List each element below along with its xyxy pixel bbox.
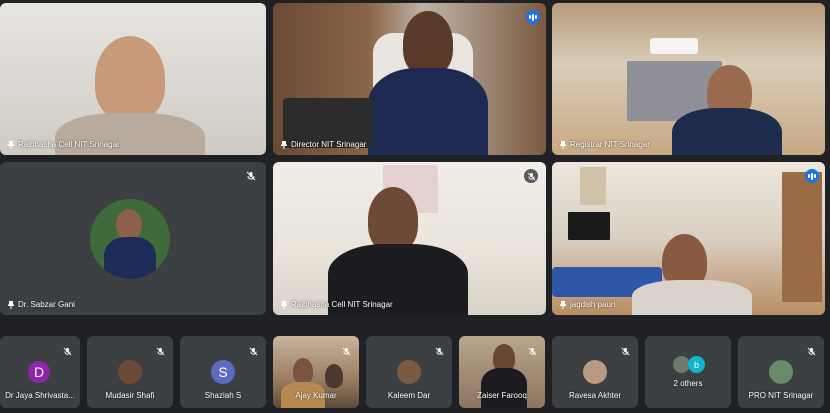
- participant-name: Rajbhasha Cell NIT Srinagar: [291, 300, 393, 309]
- tv-screen: [568, 212, 610, 240]
- participant-name: Dr Jaya Shrivasta...: [5, 391, 75, 400]
- participant-name-label: Dr. Sabzar Gani: [8, 300, 75, 309]
- door: [782, 172, 822, 302]
- audio-level-icon: [805, 169, 819, 183]
- participant-name-label: jagdish pauri: [560, 300, 615, 309]
- pin-icon: [560, 300, 566, 309]
- participant-body: [672, 108, 782, 155]
- participant-photo-avatar: [90, 199, 170, 279]
- participant-figure: [293, 358, 313, 384]
- video-feed: [552, 162, 825, 315]
- participant-name: 2 others: [673, 379, 703, 388]
- participant-thumb-3[interactable]: S Shaziah S: [180, 336, 266, 408]
- participant-figure: [403, 11, 453, 76]
- video-feed: [552, 3, 825, 155]
- participant-thumb-2[interactable]: Mudasir Shafi: [87, 336, 173, 408]
- participant-name: PRO NIT Srinagar: [748, 391, 814, 400]
- video-feed: [273, 162, 546, 315]
- participant-name: Registrar NIT Srinagar: [570, 140, 650, 149]
- participant-tile-4[interactable]: Dr. Sabzar Gani: [0, 162, 266, 315]
- mic-off-icon: [339, 344, 353, 358]
- audio-level-icon: [526, 10, 540, 24]
- mic-off-icon: [525, 344, 539, 358]
- pin-icon: [8, 140, 14, 149]
- participant-figure: [325, 364, 343, 388]
- participant-tile-1[interactable]: Rajbhasha Cell NIT Srinagar: [0, 3, 266, 155]
- participant-name-label: Director NIT Srinagar: [281, 140, 366, 149]
- participant-photo-avatar: [118, 360, 142, 384]
- participant-name: Rajbhasha Cell NIT Srinagar: [18, 140, 120, 149]
- participant-name: Ajay Kumar: [295, 391, 337, 400]
- participant-initial-avatar: S: [211, 360, 235, 384]
- participant-name-label: Rajbhasha Cell NIT Srinagar: [281, 300, 393, 309]
- participant-name: Dr. Sabzar Gani: [18, 300, 75, 309]
- participant-thumb-5[interactable]: Kaleem Dar: [366, 336, 452, 408]
- participant-figure: [95, 36, 165, 121]
- participant-tile-5[interactable]: Rajbhasha Cell NIT Srinagar: [273, 162, 546, 315]
- participant-thumb-others[interactable]: b 2 others: [645, 336, 731, 408]
- participant-body: [368, 68, 488, 155]
- mic-off-icon: [618, 344, 632, 358]
- mic-off-icon: [244, 169, 258, 183]
- mic-off-icon: [60, 344, 74, 358]
- ac-unit: [650, 38, 698, 54]
- participant-name-label: Rajbhasha Cell NIT Srinagar: [8, 140, 120, 149]
- participant-photo-avatar: [397, 360, 421, 384]
- participant-thumb-9[interactable]: PRO NIT Srinagar: [738, 336, 824, 408]
- participant-name: Director NIT Srinagar: [291, 140, 367, 149]
- mic-off-icon: [246, 344, 260, 358]
- participant-thumb-7[interactable]: Ravesa Akhter: [552, 336, 638, 408]
- participant-body: [632, 280, 752, 315]
- participant-body: [481, 368, 527, 408]
- participant-name: Zaiser Farooq: [477, 391, 527, 400]
- participant-name: jagdish pauri: [570, 300, 616, 309]
- participant-figure: [368, 187, 418, 252]
- participant-tile-6[interactable]: jagdish pauri: [552, 162, 825, 315]
- participant-name: Kaleem Dar: [387, 391, 431, 400]
- pin-icon: [8, 300, 14, 309]
- participant-thumb-4[interactable]: Ajay Kumar: [273, 336, 359, 408]
- participant-thumb-1[interactable]: D Dr Jaya Shrivasta...: [0, 336, 80, 408]
- participant-initial-avatar: b: [688, 356, 705, 373]
- pin-icon: [281, 140, 287, 149]
- video-feed: [0, 3, 266, 155]
- participant-tile-3[interactable]: Registrar NIT Srinagar: [552, 3, 825, 155]
- mic-off-icon: [804, 344, 818, 358]
- participant-name: Mudasir Shafi: [105, 391, 155, 400]
- participant-thumb-6[interactable]: Zaiser Farooq: [459, 336, 545, 408]
- video-feed: [273, 3, 546, 155]
- participant-name: Shaziah S: [204, 391, 242, 400]
- participant-tile-2[interactable]: Director NIT Srinagar: [273, 3, 546, 155]
- participant-initial-avatar: D: [28, 361, 50, 383]
- participant-photo-avatar: [769, 360, 793, 384]
- participant-name: Ravesa Akhter: [568, 391, 622, 400]
- pin-icon: [281, 300, 287, 309]
- mic-off-icon: [153, 344, 167, 358]
- mic-off-icon: [524, 169, 538, 183]
- participant-photo-avatar: [583, 360, 607, 384]
- mic-off-icon: [432, 344, 446, 358]
- participant-name-label: Registrar NIT Srinagar: [560, 140, 650, 149]
- pin-icon: [560, 140, 566, 149]
- wall-calendar: [580, 167, 606, 205]
